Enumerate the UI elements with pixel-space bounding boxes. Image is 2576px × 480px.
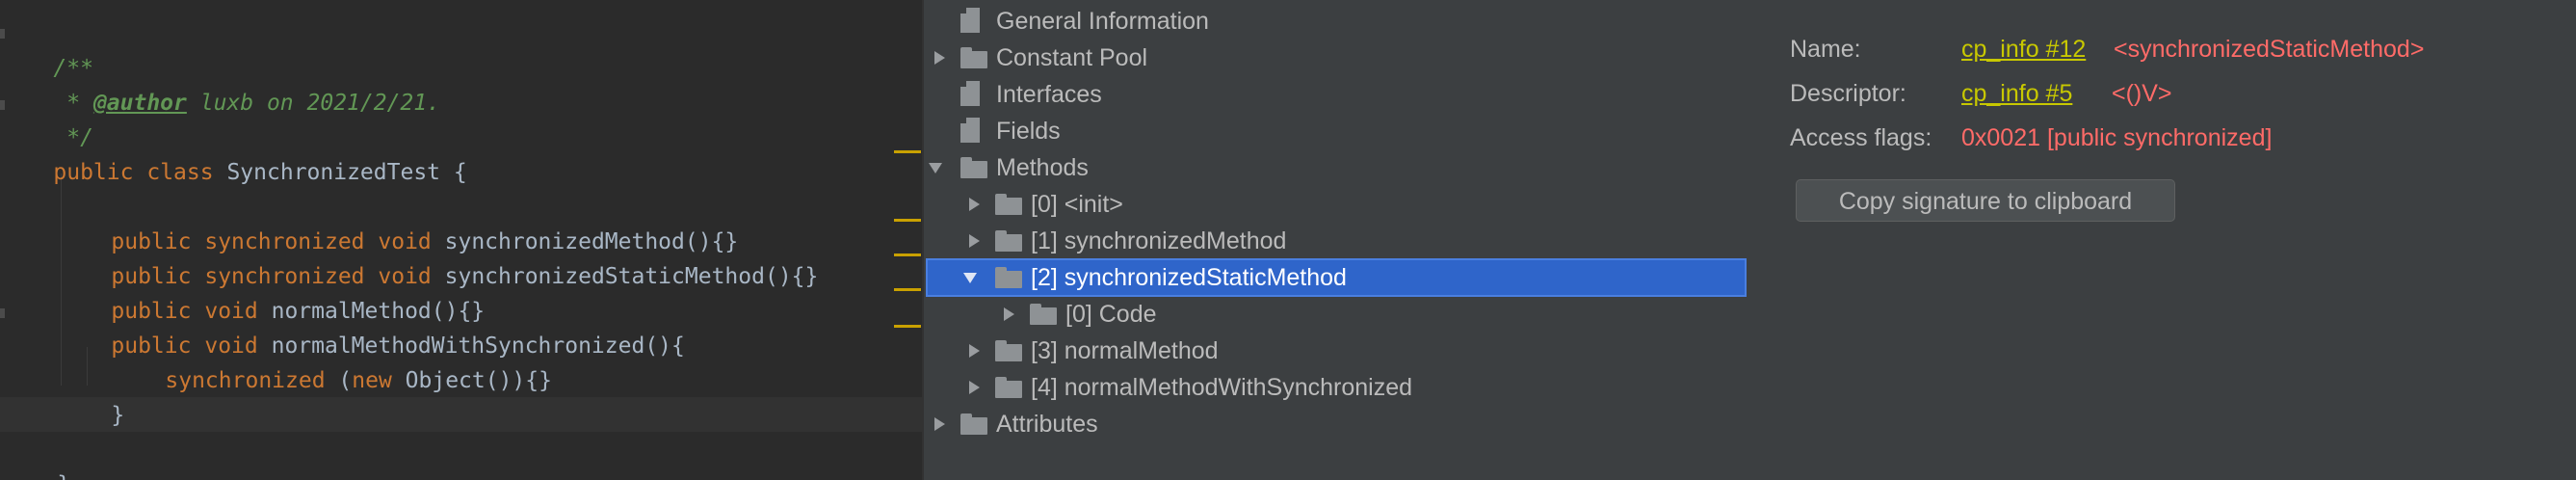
file-icon (960, 81, 980, 106)
tree-item-methods[interactable]: Methods (924, 150, 1425, 185)
folder-icon (960, 413, 987, 435)
sync-body: Object()){} (391, 368, 552, 393)
tree-item-label: [0] Code (1065, 301, 1157, 328)
method-details-panel: Name: cp_info #12 <synchronizedStaticMet… (1748, 0, 2576, 480)
keyword-public: public (53, 160, 134, 185)
tree-item-label: [1] synchronizedMethod (1031, 227, 1287, 254)
code-line-class-close: } (4, 433, 70, 480)
folder-icon (1030, 304, 1057, 325)
tree-item-method-synchronized-static[interactable]: [2] synchronizedStaticMethod (926, 258, 1747, 297)
tree-item-interfaces[interactable]: Interfaces (924, 77, 1425, 112)
code-line-3: */ (0, 86, 93, 150)
file-icon (960, 8, 980, 33)
tree-item-label: [3] normalMethod (1031, 337, 1219, 364)
expand-arrow-icon[interactable] (966, 224, 984, 258)
folder-icon (995, 267, 1022, 288)
tree-item-method-init[interactable]: [0] <init> (924, 187, 1598, 222)
code-editor[interactable]: /** * @author luxb on 2021/2/21. */ publ… (0, 0, 922, 480)
tree-item-label: Interfaces (996, 81, 1102, 108)
tree-item-label: Attributes (996, 411, 1098, 438)
folder-icon (995, 194, 1022, 215)
tree-item-code[interactable]: [0] Code (924, 297, 1598, 332)
closing-brace: } (111, 403, 125, 428)
folder-icon (995, 340, 1022, 361)
change-marker[interactable] (894, 219, 921, 222)
tree-item-label: Constant Pool (996, 44, 1148, 71)
code-line-method-4: public void normalMethodWithSynchronized… (58, 294, 684, 359)
change-marker[interactable] (894, 325, 921, 328)
access-flags-label: Access flags: (1790, 124, 1932, 151)
tree-item-label: [4] normalMethodWithSynchronized (1031, 374, 1413, 401)
code-line-2: * @author luxb on 2021/2/21. (0, 51, 440, 116)
code-line-sync-block: synchronized (new Object()){} (112, 329, 552, 393)
folder-icon (995, 377, 1022, 398)
bytecode-tree[interactable]: General Information Constant Pool Interf… (924, 0, 1748, 480)
name-value: <synchronizedStaticMethod> (2114, 36, 2425, 63)
comment-author-text: luxb on 2021/2/21. (186, 91, 440, 116)
expand-arrow-icon[interactable] (1001, 297, 1018, 332)
descriptor-label: Descriptor: (1790, 80, 1906, 107)
expand-arrow-icon[interactable] (932, 40, 949, 75)
name-cp-info-link[interactable]: cp_info #12 (1961, 32, 2086, 67)
collapse-arrow-icon[interactable] (963, 260, 981, 295)
copy-signature-button[interactable]: Copy signature to clipboard (1796, 179, 2175, 222)
tree-item-label: Fields (996, 118, 1061, 145)
code-line-class: public class SynchronizedTest { (0, 120, 466, 185)
tree-item-method-normal[interactable]: [3] normalMethod (924, 333, 1598, 368)
keyword-new: new (352, 368, 392, 393)
tree-item-method-synchronized[interactable]: [1] synchronizedMethod (924, 224, 1598, 258)
javadoc-author-tag: @author (92, 91, 187, 116)
name-label: Name: (1790, 36, 1861, 63)
tree-item-fields[interactable]: Fields (924, 114, 1425, 148)
folder-icon (995, 230, 1022, 252)
expand-arrow-icon[interactable] (966, 370, 984, 405)
closing-brace: } (57, 472, 70, 480)
descriptor-value: <()V> (2112, 80, 2172, 107)
tree-item-attributes[interactable]: Attributes (924, 407, 1425, 441)
folder-icon (960, 47, 987, 68)
collapse-arrow-icon[interactable] (929, 150, 946, 185)
access-flags-value: 0x0021 [public synchronized] (1961, 124, 2273, 151)
code-line-method-1: public synchronized void synchronizedMet… (58, 190, 738, 254)
keyword-synchronized: synchronized (165, 368, 326, 393)
tree-item-label: General Information (996, 8, 1209, 35)
tree-item-constant-pool[interactable]: Constant Pool (924, 40, 1425, 75)
expand-arrow-icon[interactable] (966, 187, 984, 222)
fold-marker[interactable] (0, 308, 5, 318)
method-body: (){ (644, 333, 685, 359)
class-name: SynchronizedTest (226, 160, 441, 185)
change-marker[interactable] (894, 288, 921, 291)
code-line-inner-close: } (58, 363, 124, 428)
tree-item-general-information[interactable]: General Information (924, 4, 1425, 39)
sync-paren: ( (325, 368, 353, 393)
method-body: (){} (764, 264, 819, 289)
code-line-1: /** (0, 16, 93, 81)
code-line-method-3: public void normalMethod(){} (58, 259, 485, 324)
code-line-method-2: public synchronized void synchronizedSta… (58, 225, 818, 289)
tree-item-label: [2] synchronizedStaticMethod (1031, 264, 1347, 291)
class-brace: { (440, 160, 467, 185)
tree-item-method-normal-with-synchronized[interactable]: [4] normalMethodWithSynchronized (924, 370, 1656, 405)
file-icon (960, 118, 980, 143)
descriptor-cp-info-link[interactable]: cp_info #5 (1961, 76, 2072, 111)
change-marker[interactable] (894, 150, 921, 153)
folder-icon (960, 157, 987, 178)
change-marker[interactable] (894, 253, 921, 256)
method-name: synchronizedStaticMethod (444, 264, 765, 289)
expand-arrow-icon[interactable] (932, 407, 949, 441)
tree-item-label: Methods (996, 154, 1089, 181)
tree-item-label: [0] <init> (1031, 191, 1123, 218)
keyword-class: class (146, 160, 214, 185)
expand-arrow-icon[interactable] (966, 333, 984, 368)
